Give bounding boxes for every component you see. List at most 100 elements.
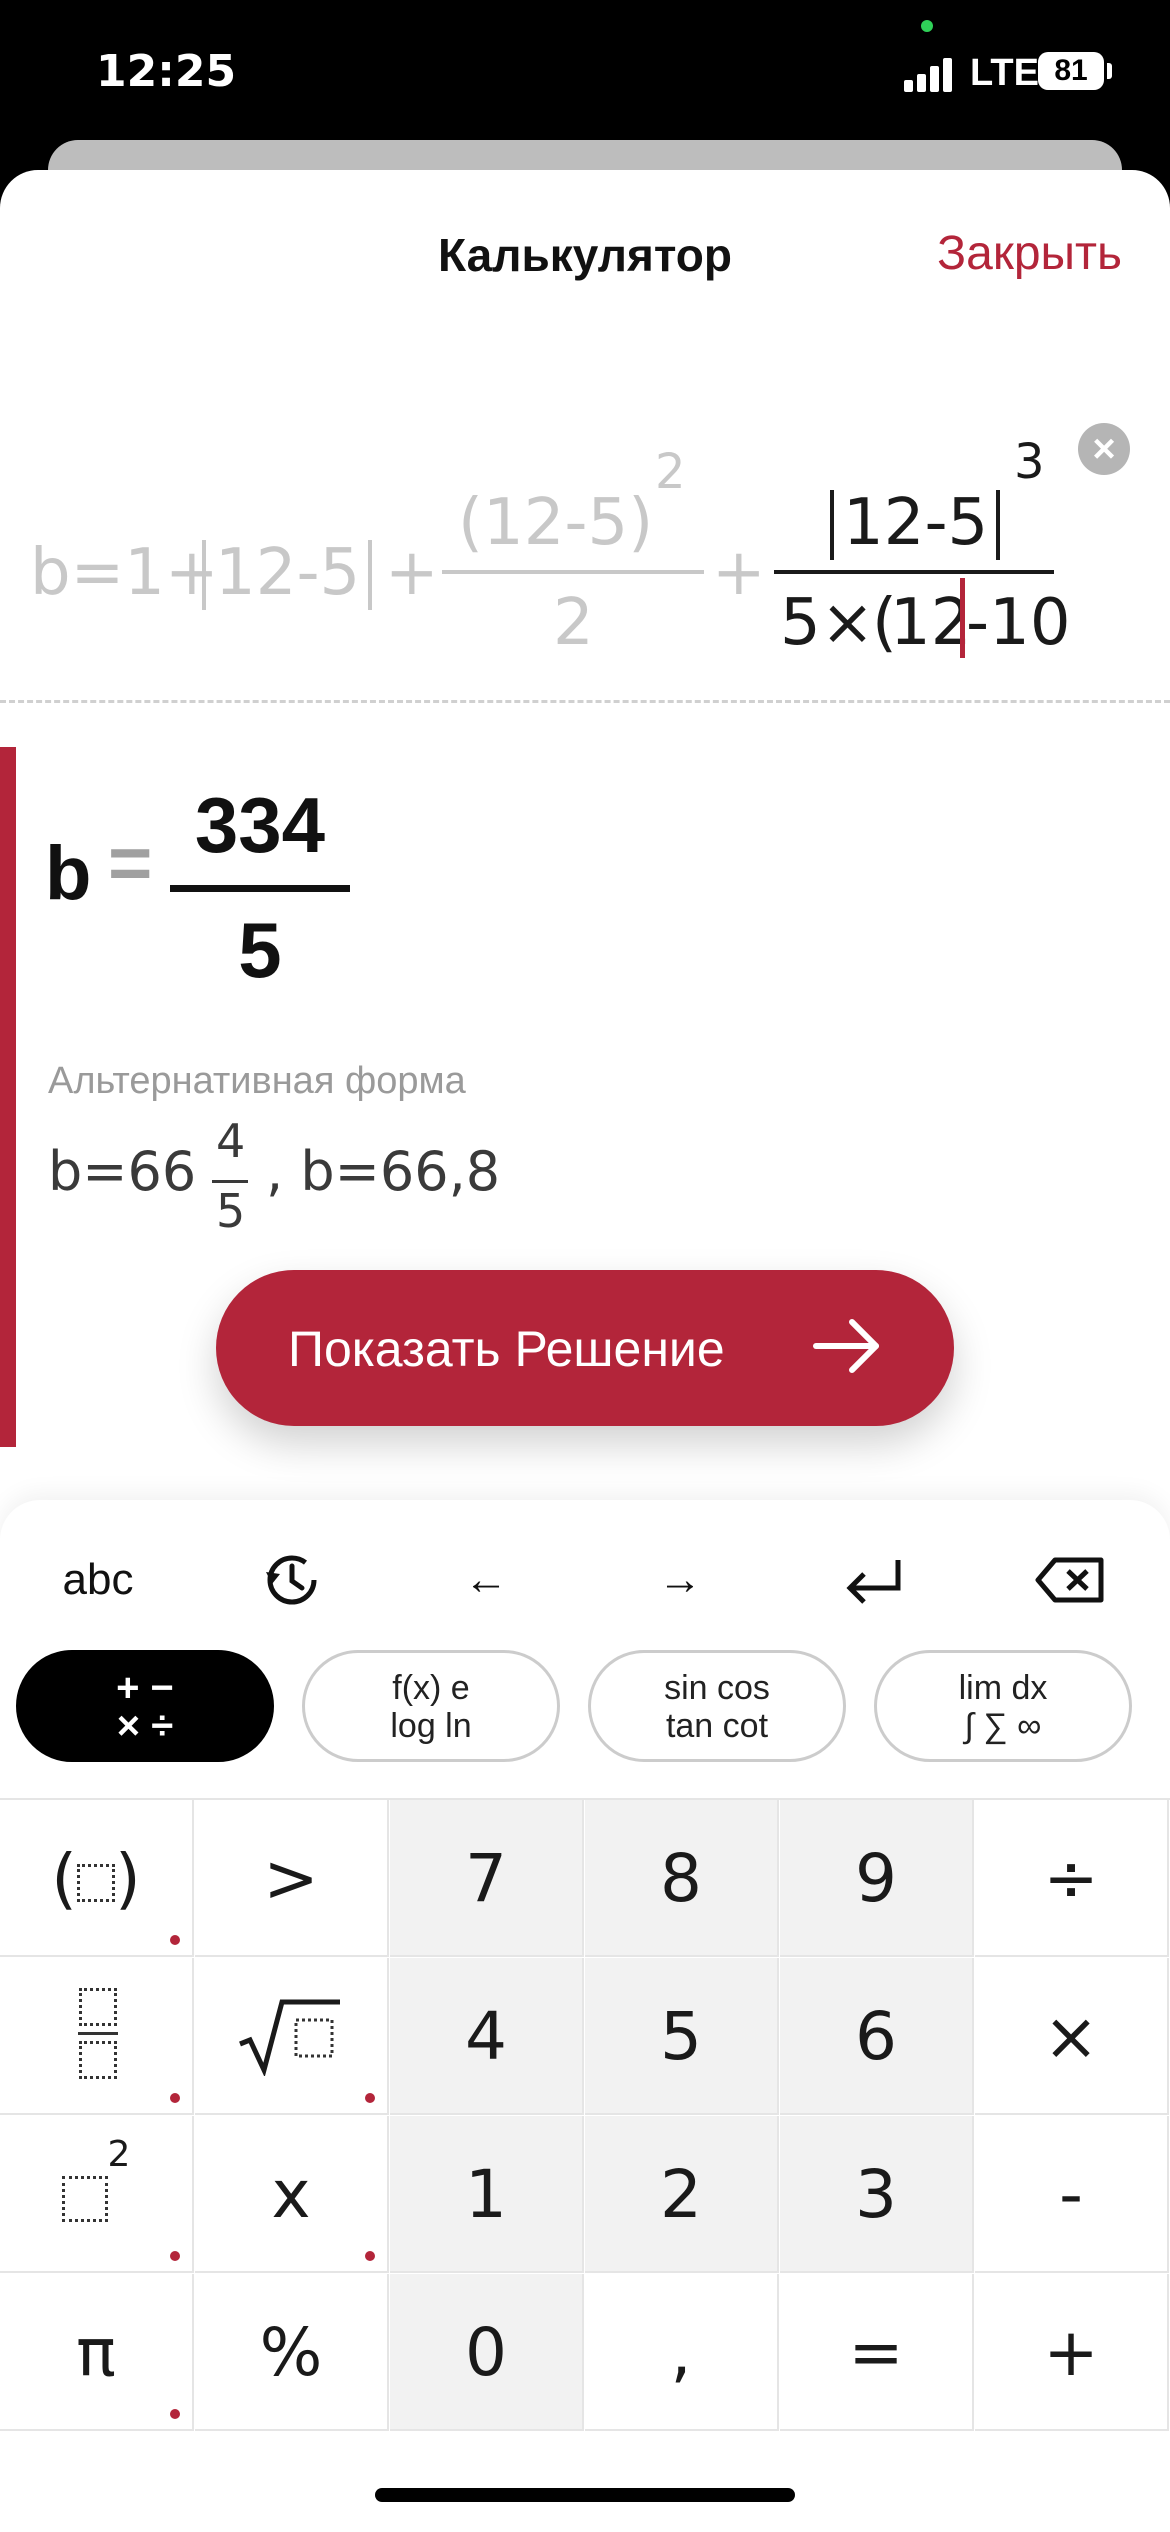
digit-5-key[interactable]: 5 xyxy=(585,1958,779,2115)
expression-editor[interactable]: b=1+ 12-5 + (12-5) 2 2 + 12-5 3 5× ( 12 … xyxy=(0,440,1120,660)
expr-frac2-num: 12-5 xyxy=(843,486,989,560)
divide-key[interactable]: ÷ xyxy=(975,1800,1169,1957)
pi-label: π xyxy=(76,2314,116,2391)
digit-2-key[interactable]: 2 xyxy=(585,2116,779,2273)
alt-fraction-line xyxy=(212,1180,248,1183)
expr-frac1-num: (12-5) xyxy=(458,486,654,560)
fraction-key[interactable] xyxy=(0,1958,194,2115)
battery-tip xyxy=(1107,63,1112,79)
fraction-icon xyxy=(78,1988,118,2079)
expr-plus2: + xyxy=(712,536,766,610)
long-press-indicator xyxy=(170,1935,180,1945)
digit-1-key[interactable]: 1 xyxy=(390,2116,584,2273)
close-button[interactable]: Закрыть xyxy=(937,226,1122,281)
greater-than-key[interactable]: > xyxy=(195,1800,389,1957)
decimal-comma-key[interactable]: , xyxy=(585,2274,779,2431)
digit-0-key[interactable]: 0 xyxy=(390,2274,584,2431)
keyboard-toolbar: abc ← → xyxy=(0,1500,1170,1650)
home-indicator[interactable] xyxy=(375,2488,795,2502)
expr-frac2-den-prefix: 5× xyxy=(780,586,875,660)
alt-frac-den: 5 xyxy=(216,1184,246,1238)
frac2-line xyxy=(774,570,1054,574)
variable-x-key[interactable]: x xyxy=(195,2116,389,2273)
cursor-left-key[interactable]: ← xyxy=(426,1540,546,1620)
arrow-right-icon xyxy=(813,1319,879,1373)
abs-bar-right-2 xyxy=(996,490,1000,560)
digit-8-key[interactable]: 8 xyxy=(585,1800,779,1957)
history-icon[interactable] xyxy=(232,1540,352,1620)
digit-3-key[interactable]: 3 xyxy=(780,2116,974,2273)
keypad-grid: () > 7 8 9 ÷ 4 5 6 × 2 x 1 2 3 - π % 0 ,… xyxy=(0,1798,1170,2431)
mode-calculus[interactable]: lim dx ∫ ∑ ∞ xyxy=(874,1650,1132,1762)
mode-functions[interactable]: f(x) e log ln xyxy=(302,1650,560,1762)
digit-4-key[interactable]: 4 xyxy=(390,1958,584,2115)
expr-frac2-exp: 3 xyxy=(1014,440,1045,490)
multiply-key[interactable]: × xyxy=(975,1958,1169,2115)
alt-frac-num: 4 xyxy=(216,1114,246,1168)
mode-functions-line2: log ln xyxy=(390,1707,472,1745)
backspace-icon[interactable] xyxy=(1010,1540,1130,1620)
mode-basic-line2: × ÷ xyxy=(116,1704,174,1748)
mode-basic-line1: + − xyxy=(116,1666,174,1710)
alternative-form-label: Альтернативная форма xyxy=(48,1060,466,1102)
status-bar: 12:25 LTE 81 xyxy=(0,0,1170,150)
long-press-indicator xyxy=(170,2409,180,2419)
placeholder-icon xyxy=(61,2175,108,2222)
mode-basic-operations[interactable]: + − × ÷ xyxy=(16,1650,274,1762)
digit-6-key[interactable]: 6 xyxy=(780,1958,974,2115)
enter-icon[interactable] xyxy=(814,1540,934,1620)
privacy-indicator xyxy=(921,20,933,32)
expr-plus1: + xyxy=(385,536,439,610)
placeholder-icon xyxy=(77,1863,115,1902)
abc-key[interactable]: abc xyxy=(38,1540,158,1620)
digit-9-key[interactable]: 9 xyxy=(780,1800,974,1957)
square-root-key[interactable] xyxy=(195,1958,389,2115)
math-keyboard: abc ← → + − × ÷ f(x) e log ln sin cos ta… xyxy=(0,1500,1170,2532)
expr-abs1: 12-5 xyxy=(215,536,361,610)
minus-key[interactable]: - xyxy=(975,2116,1169,2273)
clear-expression-icon[interactable]: × xyxy=(1078,423,1130,475)
expression-divider xyxy=(0,700,1170,703)
expr-prefix: b=1+ xyxy=(30,536,219,610)
show-solution-button[interactable]: Показать Решение xyxy=(216,1270,954,1426)
result-equals: = xyxy=(108,821,153,906)
calculator-sheet: Калькулятор Закрыть b=1+ 12-5 + (12-5) 2… xyxy=(0,170,1170,2532)
mode-trigonometry[interactable]: sin cos tan cot xyxy=(588,1650,846,1762)
result-accent-bar xyxy=(0,747,16,1447)
abs-bar-left-2 xyxy=(830,490,834,560)
alt-form-prefix: b=66 xyxy=(48,1140,197,1203)
show-solution-label: Показать Решение xyxy=(288,1321,725,1377)
result-numerator: 334 xyxy=(194,781,326,869)
expr-frac1-den: 2 xyxy=(553,586,594,660)
cursor-right-key[interactable]: → xyxy=(620,1540,740,1620)
result-fraction-line xyxy=(170,885,350,892)
battery-icon: 81 xyxy=(1038,52,1104,90)
mode-trig-line1: sin cos xyxy=(664,1669,770,1707)
result-denominator: 5 xyxy=(238,906,282,994)
expr-frac1-exp: 2 xyxy=(655,444,686,500)
parentheses-key[interactable]: () xyxy=(0,1800,194,1957)
digit-7-key[interactable]: 7 xyxy=(390,1800,584,1957)
mode-calculus-line1: lim dx xyxy=(958,1669,1048,1707)
power-exponent: 2 xyxy=(107,2134,131,2175)
mode-calculus-line2: ∫ ∑ ∞ xyxy=(964,1707,1042,1745)
percent-key[interactable]: % xyxy=(195,2274,389,2431)
status-time: 12:25 xyxy=(96,46,237,97)
result-variable: b xyxy=(45,831,92,916)
cellular-signal-icon xyxy=(904,56,956,92)
variable-x-label: x xyxy=(271,2156,311,2233)
square-power-key[interactable]: 2 xyxy=(0,2116,194,2273)
abs-bar-right xyxy=(368,540,372,610)
alt-form-suffix: , b=66,8 xyxy=(266,1140,501,1203)
long-press-indicator xyxy=(365,2251,375,2261)
equals-key[interactable]: = xyxy=(780,2274,974,2431)
long-press-indicator xyxy=(170,2093,180,2103)
network-type: LTE xyxy=(970,52,1039,94)
mode-functions-line1: f(x) e xyxy=(392,1669,470,1707)
pi-key[interactable]: π xyxy=(0,2274,194,2431)
expr-frac2-den-rest: -10 xyxy=(966,586,1071,660)
plus-key[interactable]: + xyxy=(975,2274,1169,2431)
text-cursor xyxy=(960,578,965,658)
mode-trig-line2: tan cot xyxy=(665,1707,769,1745)
square-root-icon xyxy=(239,1999,340,2078)
